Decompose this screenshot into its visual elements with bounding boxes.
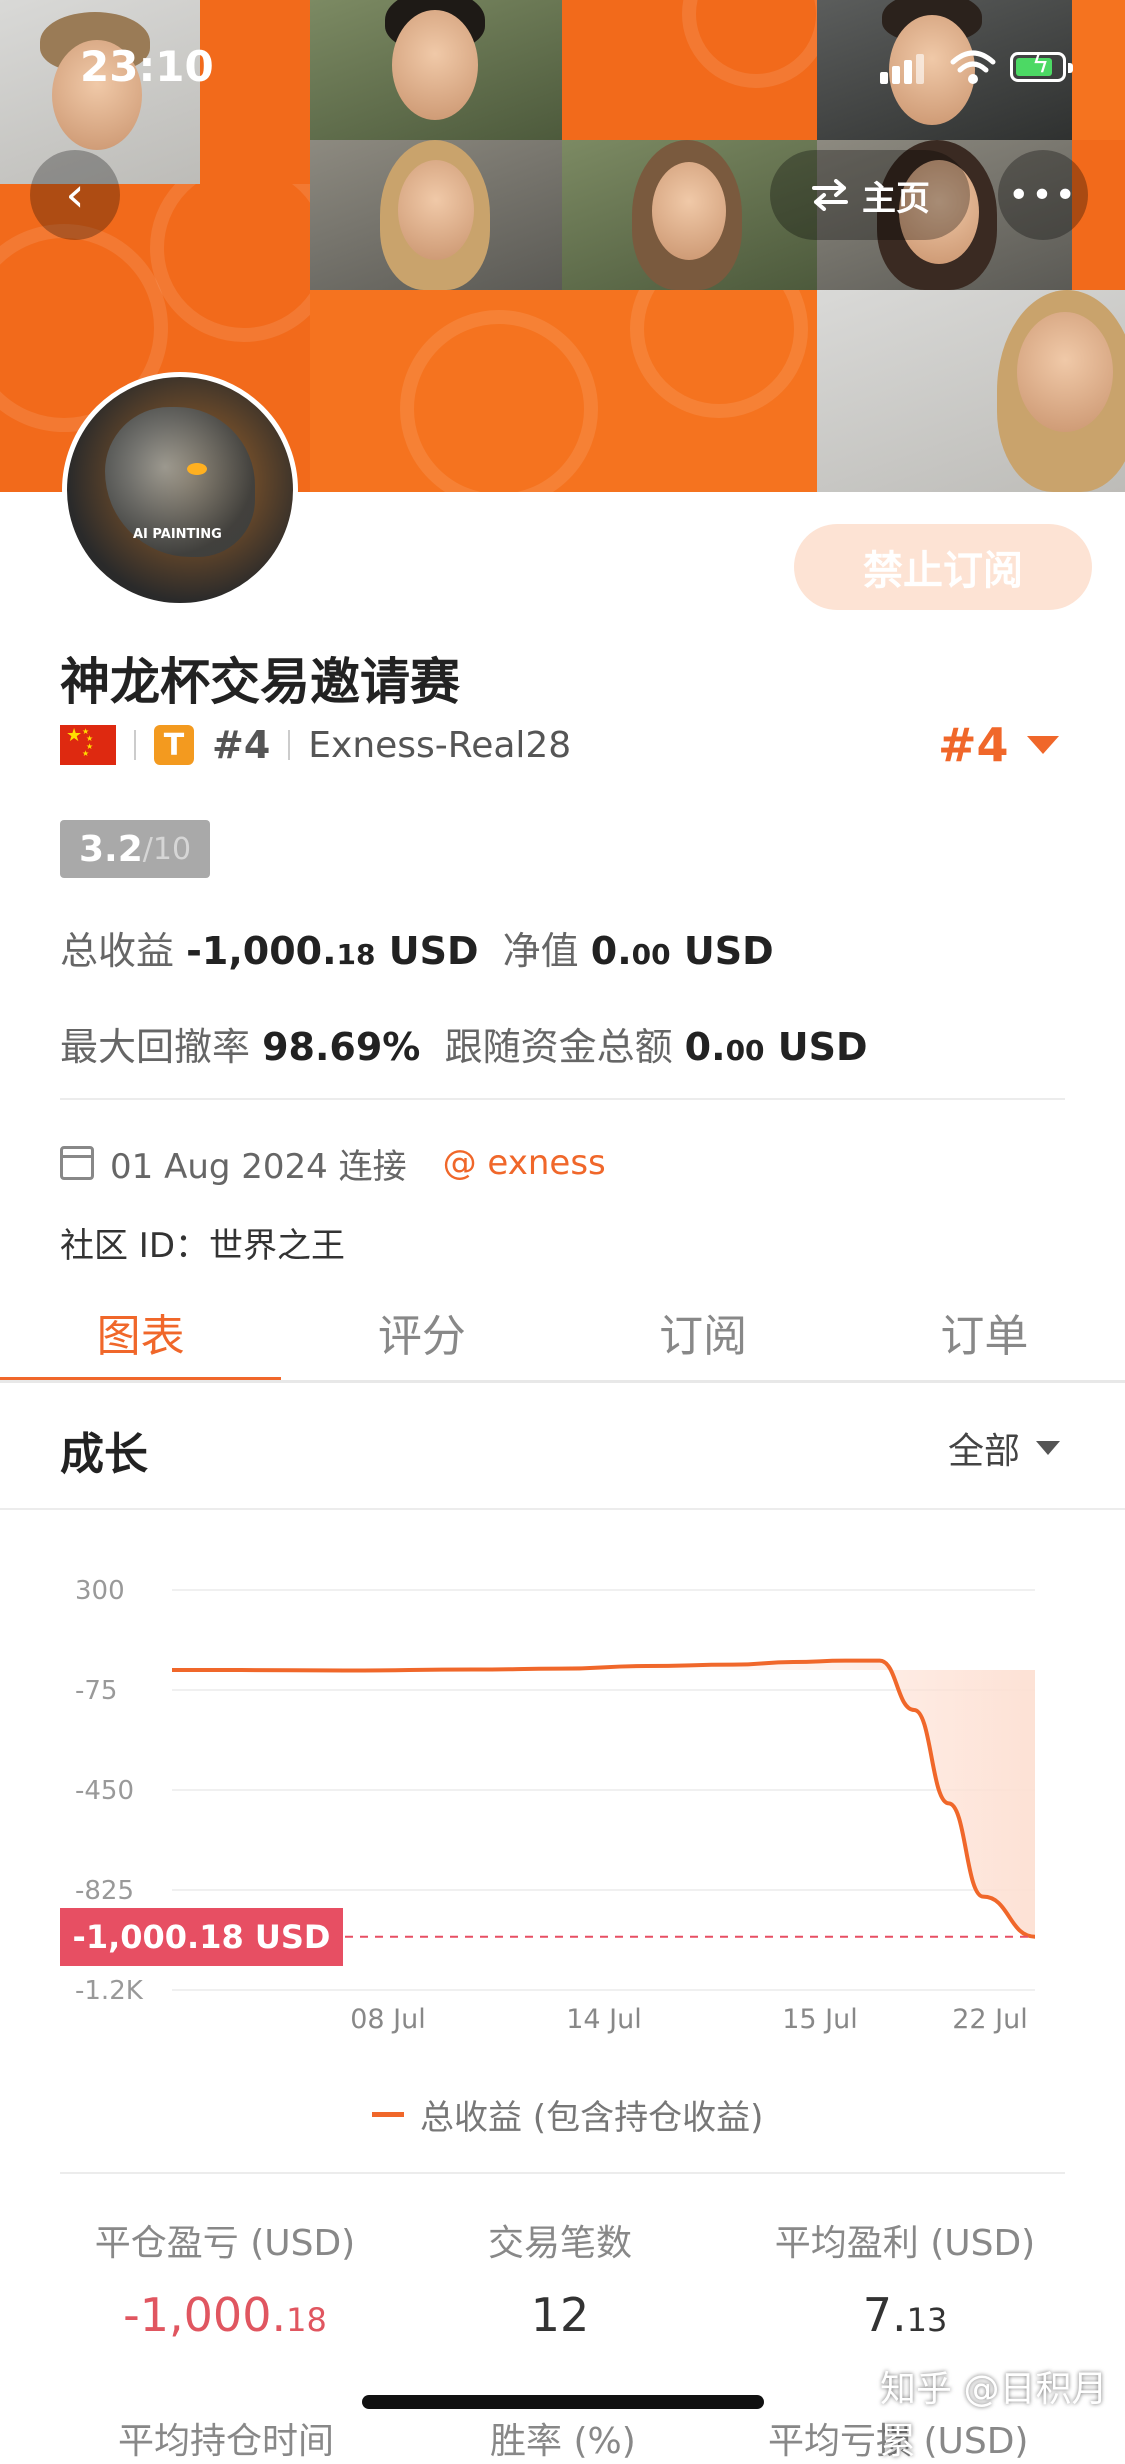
total-profit-label: 总收益 — [60, 929, 175, 973]
community-id: 社区 ID：世界之王 — [60, 1226, 346, 1266]
closed-pl-label: 平仓盈亏 (USD) — [94, 2223, 356, 2264]
china-flag-icon: ★ ★ ★ ★ ★ — [60, 725, 116, 765]
divider — [60, 1098, 1065, 1100]
tab-subscription[interactable]: 订阅 — [563, 1282, 844, 1382]
banner-photo — [817, 290, 1125, 492]
x-tick-label: 22 Jul — [952, 2004, 1028, 2035]
status-time: 23:10 — [80, 42, 214, 91]
equity-value: 0.00 USD — [590, 929, 774, 973]
closed-pl-stat: 平仓盈亏 (USD) -1,000.18 — [60, 2214, 390, 2342]
y-tick-label: -1.2K — [75, 1976, 144, 2006]
tab-chart[interactable]: 图表 — [0, 1282, 282, 1382]
x-tick-label: 14 Jul — [566, 2004, 642, 2035]
equity-label: 净值 — [502, 929, 579, 973]
tier-badge: T — [154, 725, 194, 765]
calendar-icon — [60, 1146, 94, 1180]
avg-profit-label: 平均盈利 (USD) — [774, 2223, 1036, 2264]
section-title: 成长 — [60, 1429, 148, 1480]
rank-dropdown[interactable]: #4 — [938, 718, 1059, 772]
more-dots-icon: ••• — [1008, 174, 1078, 216]
score-badge: 3.2/10 — [60, 820, 210, 878]
back-button[interactable]: ‹ — [30, 150, 120, 240]
swap-icon — [812, 179, 848, 211]
divider — [0, 1508, 1125, 1510]
rank-inline: #4 — [212, 723, 271, 767]
battery-icon: ϟ — [1010, 51, 1073, 82]
trade-count-value: 12 — [530, 2288, 590, 2342]
account-meta-row: ★ ★ ★ ★ ★ T #4 Exness-Real28 — [60, 720, 571, 770]
legend-swatch — [372, 2112, 404, 2117]
connection-row: 01 Aug 2024 连接 @ exness — [60, 1138, 606, 1188]
y-tick-label: -75 — [75, 1676, 117, 1706]
chart-legend: 总收益 (包含持仓收益) — [372, 2090, 763, 2139]
profit-equity-row: 总收益 -1,000.18 USD 净值 0.00 USD — [60, 920, 774, 975]
follow-funds-value: 0.00 USD — [684, 1025, 868, 1069]
trade-count-stat: 交易笔数 12 — [430, 2214, 690, 2342]
follow-funds-label: 跟随资金总额 — [444, 1025, 673, 1069]
score-value: 3.2 — [78, 828, 143, 870]
rank-value: #4 — [938, 718, 1009, 772]
win-rate-label: 胜率 (%) — [490, 2421, 636, 2462]
tab-orders[interactable]: 订单 — [844, 1282, 1125, 1382]
range-filter-dropdown[interactable]: 全部 — [948, 1422, 1061, 1474]
tab-divider — [0, 1380, 1125, 1383]
wifi-icon — [950, 50, 996, 84]
avg-profit-value: 7.13 — [862, 2288, 948, 2342]
watermark: 知乎 @日积月累 — [880, 2369, 1108, 2462]
tab-bar: 图表 评分 订阅 订单 — [0, 1282, 1125, 1382]
trade-count-label: 交易笔数 — [487, 2223, 632, 2264]
avg-hold-time-label: 平均持仓时间 — [118, 2421, 335, 2462]
home-indicator[interactable] — [362, 2395, 764, 2409]
x-tick-label: 15 Jul — [782, 2004, 858, 2035]
page-title: 神龙杯交易邀请赛 — [60, 653, 460, 711]
banner-photo — [310, 140, 562, 290]
y-tick-label: 300 — [75, 1576, 125, 1606]
avatar-text: AI PAINTING — [133, 527, 222, 542]
y-tick-label: -450 — [75, 1776, 134, 1806]
home-button-label: 主页 — [862, 178, 930, 219]
account-name: Exness-Real28 — [308, 724, 572, 766]
divider — [60, 2172, 1065, 2174]
legend-label: 总收益 (包含持仓收益) — [420, 2098, 764, 2138]
avatar[interactable]: AI PAINTING — [62, 372, 298, 608]
current-value-tag: -1,000.18 USD — [60, 1908, 343, 1966]
home-button[interactable]: 主页 — [770, 150, 970, 240]
status-bar: 23:10 ϟ — [0, 0, 1125, 140]
y-tick-label: -825 — [75, 1876, 134, 1906]
caret-down-icon — [1036, 1441, 1061, 1455]
subscribe-button[interactable]: 禁止订阅 — [794, 524, 1092, 610]
avg-profit-stat: 平均盈利 (USD) 7.13 — [740, 2214, 1070, 2342]
series-line — [171, 1658, 1036, 1939]
caret-down-icon — [1026, 736, 1059, 754]
broker-link[interactable]: @ exness — [443, 1143, 606, 1183]
chevron-left-icon: ‹ — [65, 167, 85, 223]
connected-date: 01 Aug 2024 连接 — [110, 1146, 407, 1187]
score-denominator: /10 — [142, 831, 192, 867]
closed-pl-value: -1,000.18 — [123, 2288, 327, 2342]
drawdown-follow-row: 最大回撤率 98.69% 跟随资金总额 0.00 USD — [60, 1016, 868, 1071]
more-button[interactable]: ••• — [998, 150, 1088, 240]
banner-pattern — [310, 290, 817, 492]
total-profit-value: -1,000.18 USD — [186, 929, 479, 973]
range-filter-label: 全部 — [948, 1431, 1021, 1472]
max-drawdown-value: 98.69% — [262, 1025, 421, 1069]
max-drawdown-label: 最大回撤率 — [60, 1025, 251, 1069]
x-tick-label: 08 Jul — [350, 2004, 426, 2035]
tab-rating[interactable]: 评分 — [281, 1282, 562, 1382]
